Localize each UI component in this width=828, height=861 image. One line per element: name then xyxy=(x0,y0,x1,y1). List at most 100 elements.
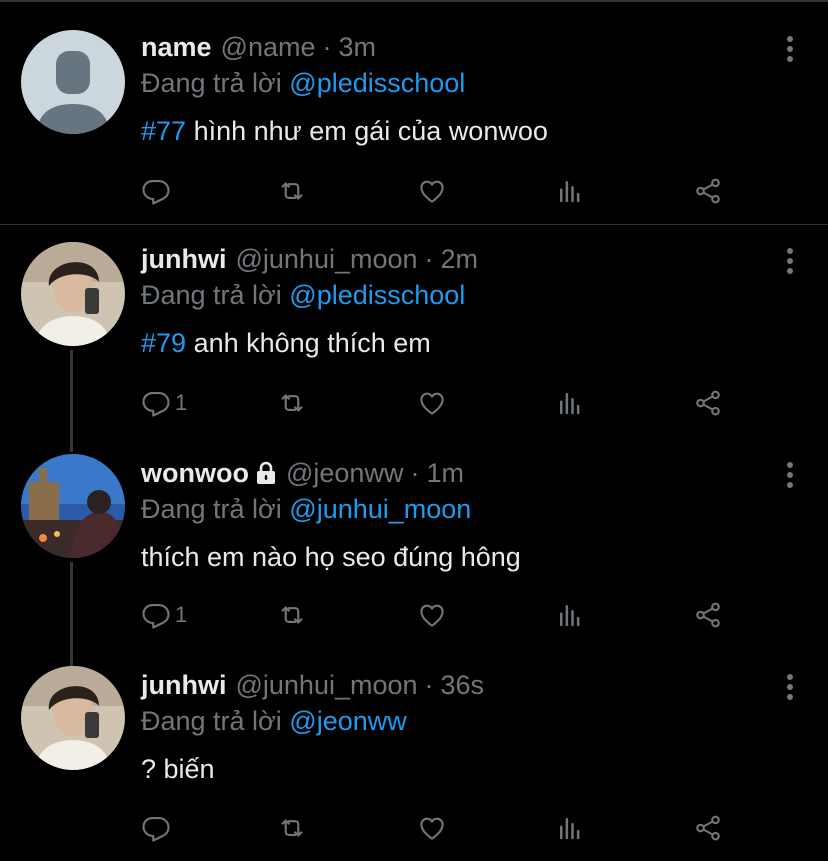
retweet-button[interactable] xyxy=(277,383,307,423)
user-handle[interactable]: @junhui_moon xyxy=(235,242,417,276)
display-name[interactable]: junhwi xyxy=(141,668,226,702)
views-button[interactable] xyxy=(555,171,585,211)
hashtag-link[interactable]: #77 xyxy=(141,116,186,146)
like-button[interactable] xyxy=(417,808,447,848)
share-button[interactable] xyxy=(693,171,723,211)
mention-link[interactable]: @jeonww xyxy=(289,706,406,736)
separator-dot: · xyxy=(410,458,420,488)
reply-count: 1 xyxy=(175,602,188,627)
action-bar xyxy=(141,171,741,211)
profile-photo-icon xyxy=(21,454,125,558)
share-button[interactable] xyxy=(693,808,723,848)
mention-link[interactable]: @pledisschool xyxy=(289,280,465,310)
retweet-button[interactable] xyxy=(277,595,307,635)
tweet-header: wonwoo @jeonww · 1m xyxy=(141,456,768,490)
more-button[interactable] xyxy=(786,248,794,276)
views-icon xyxy=(560,393,580,415)
avatar[interactable] xyxy=(21,30,125,134)
profile-photo-icon xyxy=(21,242,125,346)
timestamp[interactable]: 3m xyxy=(339,30,377,64)
hashtag-link[interactable]: #79 xyxy=(141,328,186,358)
views-icon xyxy=(560,181,580,203)
share-button[interactable] xyxy=(693,383,723,423)
reply-icon xyxy=(142,816,170,842)
more-button[interactable] xyxy=(786,674,794,702)
tweet[interactable]: name @name · 3m Đang trả lời @pledisscho… xyxy=(0,0,828,225)
tweet-text: thích em nào họ seo đúng hông xyxy=(141,540,768,574)
replying-to-label: Đang trả lời xyxy=(141,280,282,310)
more-button[interactable] xyxy=(786,36,794,64)
retweet-button[interactable] xyxy=(277,171,307,211)
retweet-icon xyxy=(281,394,303,412)
action-bar: 1 xyxy=(141,383,741,423)
share-icon xyxy=(696,602,720,628)
separator-dot: · xyxy=(424,670,434,700)
tweet-text: #79 anh không thích em xyxy=(141,326,768,360)
tweet-header: name @name · 3m xyxy=(141,30,768,64)
views-button[interactable] xyxy=(555,808,585,848)
timestamp[interactable]: 1m xyxy=(426,456,464,490)
display-name[interactable]: wonwoo xyxy=(141,456,249,490)
separator-dot: · xyxy=(424,244,434,274)
reply-icon xyxy=(142,391,170,417)
views-button[interactable] xyxy=(555,383,585,423)
reply-icon xyxy=(142,603,170,629)
user-handle[interactable]: @name xyxy=(221,30,316,64)
like-icon xyxy=(420,392,444,415)
avatar[interactable] xyxy=(21,242,125,346)
tweet[interactable]: junhwi @junhui_moon · 36s Đang trả lời @… xyxy=(0,650,828,861)
like-button[interactable] xyxy=(417,595,447,635)
tweet[interactable]: junhwi @junhui_moon · 2m Đang trả lời @p… xyxy=(0,225,828,438)
tweet-header: junhwi @junhui_moon · 2m xyxy=(141,242,768,276)
replying-to-label: Đang trả lời xyxy=(141,494,282,524)
like-button[interactable] xyxy=(417,171,447,211)
retweet-icon xyxy=(281,819,303,837)
like-icon xyxy=(420,817,444,840)
tweet[interactable]: wonwoo @jeonww · 1m Đang trả lời @junhui… xyxy=(0,438,828,650)
replying-to-label: Đang trả lời xyxy=(141,68,282,98)
user-handle[interactable]: @jeonww xyxy=(286,456,403,490)
reply-button[interactable] xyxy=(141,808,175,848)
retweet-icon xyxy=(281,606,303,624)
separator-dot: · xyxy=(322,32,332,62)
views-icon xyxy=(560,818,580,840)
default-avatar-icon xyxy=(21,30,125,134)
timestamp[interactable]: 36s xyxy=(441,668,485,702)
timestamp[interactable]: 2m xyxy=(441,242,479,276)
display-name[interactable]: junhwi xyxy=(141,242,226,276)
replying-to: Đang trả lời @pledisschool xyxy=(141,278,768,312)
tweet-body: ? biến xyxy=(141,754,215,784)
user-handle[interactable]: @junhui_moon xyxy=(235,668,417,702)
avatar[interactable] xyxy=(21,454,125,558)
tweet-text: #77 hình như em gái của wonwoo xyxy=(141,114,768,148)
reply-count: 1 xyxy=(175,390,188,415)
views-button[interactable] xyxy=(555,595,585,635)
replying-to-label: Đang trả lời xyxy=(141,706,282,736)
share-icon xyxy=(696,815,720,841)
like-button[interactable] xyxy=(417,383,447,423)
retweet-button[interactable] xyxy=(277,808,307,848)
more-button[interactable] xyxy=(786,462,794,490)
mention-link[interactable]: @pledisschool xyxy=(289,68,465,98)
profile-photo-icon xyxy=(21,666,125,770)
share-icon xyxy=(696,390,720,416)
retweet-icon xyxy=(281,182,303,200)
share-icon xyxy=(696,178,720,204)
like-icon xyxy=(420,180,444,203)
reply-icon xyxy=(142,179,170,205)
tweet-body: thích em nào họ seo đúng hông xyxy=(141,542,521,572)
display-name[interactable]: name xyxy=(141,30,212,64)
tweet-body: hình như em gái của wonwoo xyxy=(193,116,548,146)
like-icon xyxy=(420,604,444,627)
reply-button[interactable]: 1 xyxy=(141,595,187,635)
share-button[interactable] xyxy=(693,595,723,635)
reply-button[interactable] xyxy=(141,171,175,211)
replying-to: Đang trả lời @jeonww xyxy=(141,704,768,738)
mention-link[interactable]: @junhui_moon xyxy=(289,494,471,524)
reply-button[interactable]: 1 xyxy=(141,383,187,423)
avatar[interactable] xyxy=(21,666,125,770)
lock-icon xyxy=(256,461,275,484)
tweet-text: ? biến xyxy=(141,752,768,786)
tweet-header: junhwi @junhui_moon · 36s xyxy=(141,668,768,702)
action-bar: 1 xyxy=(141,595,741,635)
